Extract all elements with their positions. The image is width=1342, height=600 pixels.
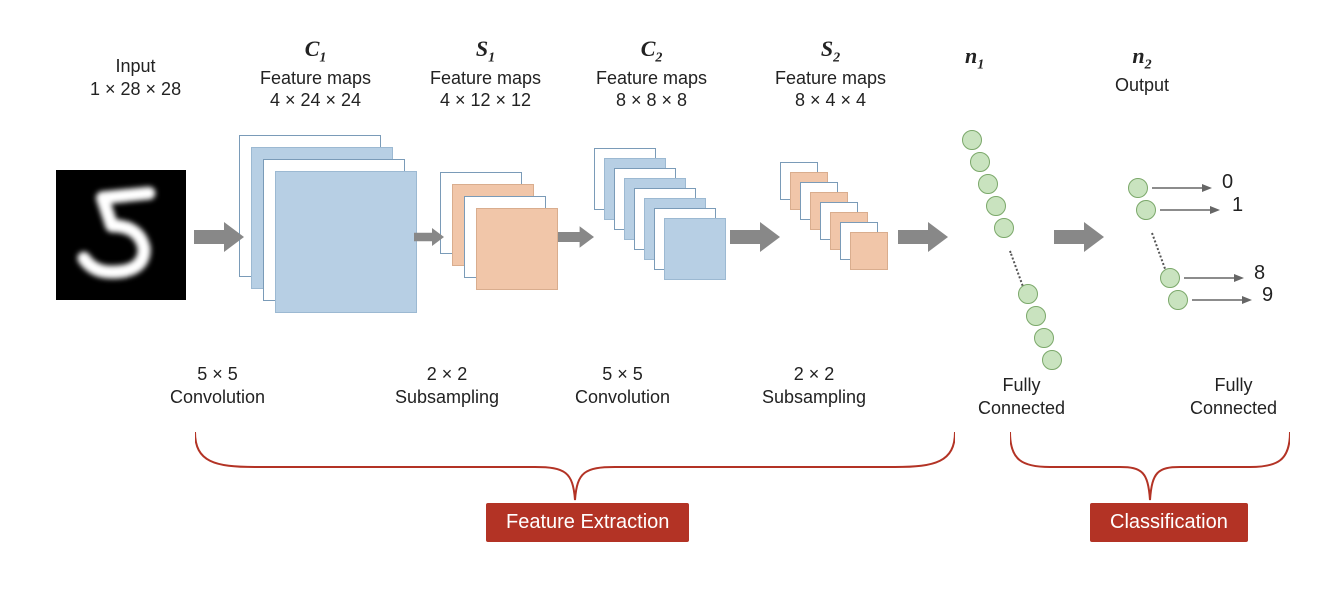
c2-label: C2 Feature maps 8 × 8 × 8 xyxy=(596,35,707,112)
n2-label: n2 Output xyxy=(1115,42,1169,96)
arrow-icon xyxy=(730,222,780,252)
neuron xyxy=(962,130,982,150)
op-conv2-l1: 5 × 5 xyxy=(602,364,643,384)
op-sub1-l2: Subsampling xyxy=(395,387,499,407)
neuron xyxy=(1042,350,1062,370)
op-fc1-l2: Connected xyxy=(978,398,1065,418)
c1-sub: 1 xyxy=(319,50,326,65)
op-fc2-l2: Connected xyxy=(1190,398,1277,418)
n2-sub: 2 xyxy=(1145,57,1152,72)
n2-desc: Output xyxy=(1115,75,1169,95)
feature-extraction-tag: Feature Extraction xyxy=(486,503,689,542)
digit-five-icon xyxy=(56,170,186,300)
n1-label: n1 xyxy=(965,42,984,74)
brace-icon xyxy=(195,432,955,502)
arrow-icon xyxy=(414,222,444,252)
c2-desc: Feature maps xyxy=(596,68,707,88)
brace-icon xyxy=(1010,432,1290,502)
output-class: 0 xyxy=(1222,171,1233,194)
neuron xyxy=(1136,200,1156,220)
s1-label: S1 Feature maps 4 × 12 × 12 xyxy=(430,35,541,112)
s1-sub: 1 xyxy=(488,50,495,65)
classification-tag: Classification xyxy=(1090,503,1248,542)
c1-map xyxy=(275,171,417,313)
input-label: Input 1 × 28 × 28 xyxy=(90,55,181,100)
c1-name: C xyxy=(305,36,320,61)
output-arrow-icon xyxy=(1160,204,1220,216)
op-sub1: 2 × 2 Subsampling xyxy=(395,363,499,408)
op-fc2: Fully Connected xyxy=(1190,374,1277,419)
c2-map xyxy=(664,218,726,280)
s1-dims: 4 × 12 × 12 xyxy=(440,90,531,110)
arrow-icon xyxy=(194,222,244,252)
op-sub2: 2 × 2 Subsampling xyxy=(762,363,866,408)
s2-name: S xyxy=(821,36,833,61)
n1-name: n xyxy=(965,43,977,68)
op-conv2: 5 × 5 Convolution xyxy=(575,363,670,408)
s1-map xyxy=(476,208,558,290)
arrow-icon xyxy=(558,222,594,252)
neuron xyxy=(1034,328,1054,348)
c1-dims: 4 × 24 × 24 xyxy=(270,90,361,110)
neuron xyxy=(1128,178,1148,198)
c2-name: C xyxy=(641,36,656,61)
op-fc1-l1: Fully xyxy=(1003,375,1041,395)
s2-label: S2 Feature maps 8 × 4 × 4 xyxy=(775,35,886,112)
op-conv1: 5 × 5 Convolution xyxy=(170,363,265,408)
op-sub2-l2: Subsampling xyxy=(762,387,866,407)
op-fc2-l1: Fully xyxy=(1215,375,1253,395)
output-class: 1 xyxy=(1232,194,1243,217)
output-class: 8 xyxy=(1254,262,1265,285)
s2-desc: Feature maps xyxy=(775,68,886,88)
output-arrow-icon xyxy=(1152,182,1212,194)
op-fc1: Fully Connected xyxy=(978,374,1065,419)
c2-sub: 2 xyxy=(655,50,662,65)
op-conv2-l2: Convolution xyxy=(575,387,670,407)
n2-name: n xyxy=(1132,43,1144,68)
op-sub1-l1: 2 × 2 xyxy=(427,364,468,384)
s1-name: S xyxy=(476,36,488,61)
s2-sub: 2 xyxy=(833,50,840,65)
c1-desc: Feature maps xyxy=(260,68,371,88)
c2-dims: 8 × 8 × 8 xyxy=(616,90,687,110)
op-conv1-l1: 5 × 5 xyxy=(197,364,238,384)
op-conv1-l2: Convolution xyxy=(170,387,265,407)
neuron xyxy=(994,218,1014,238)
arrow-icon xyxy=(1054,222,1104,252)
s2-map xyxy=(850,232,888,270)
output-class: 9 xyxy=(1262,284,1273,307)
neuron xyxy=(1026,306,1046,326)
s2-dims: 8 × 4 × 4 xyxy=(795,90,866,110)
neuron xyxy=(1168,290,1188,310)
neuron xyxy=(978,174,998,194)
input-title: Input xyxy=(116,56,156,76)
s1-desc: Feature maps xyxy=(430,68,541,88)
neuron xyxy=(1160,268,1180,288)
output-arrow-icon xyxy=(1184,272,1244,284)
c1-label: C1 Feature maps 4 × 24 × 24 xyxy=(260,35,371,112)
op-sub2-l1: 2 × 2 xyxy=(794,364,835,384)
arrow-icon xyxy=(898,222,948,252)
input-dims: 1 × 28 × 28 xyxy=(90,79,181,99)
input-image xyxy=(56,170,186,300)
n1-sub: 1 xyxy=(977,57,984,72)
neuron xyxy=(1018,284,1038,304)
output-arrow-icon xyxy=(1192,294,1252,306)
neuron xyxy=(970,152,990,172)
neuron xyxy=(986,196,1006,216)
